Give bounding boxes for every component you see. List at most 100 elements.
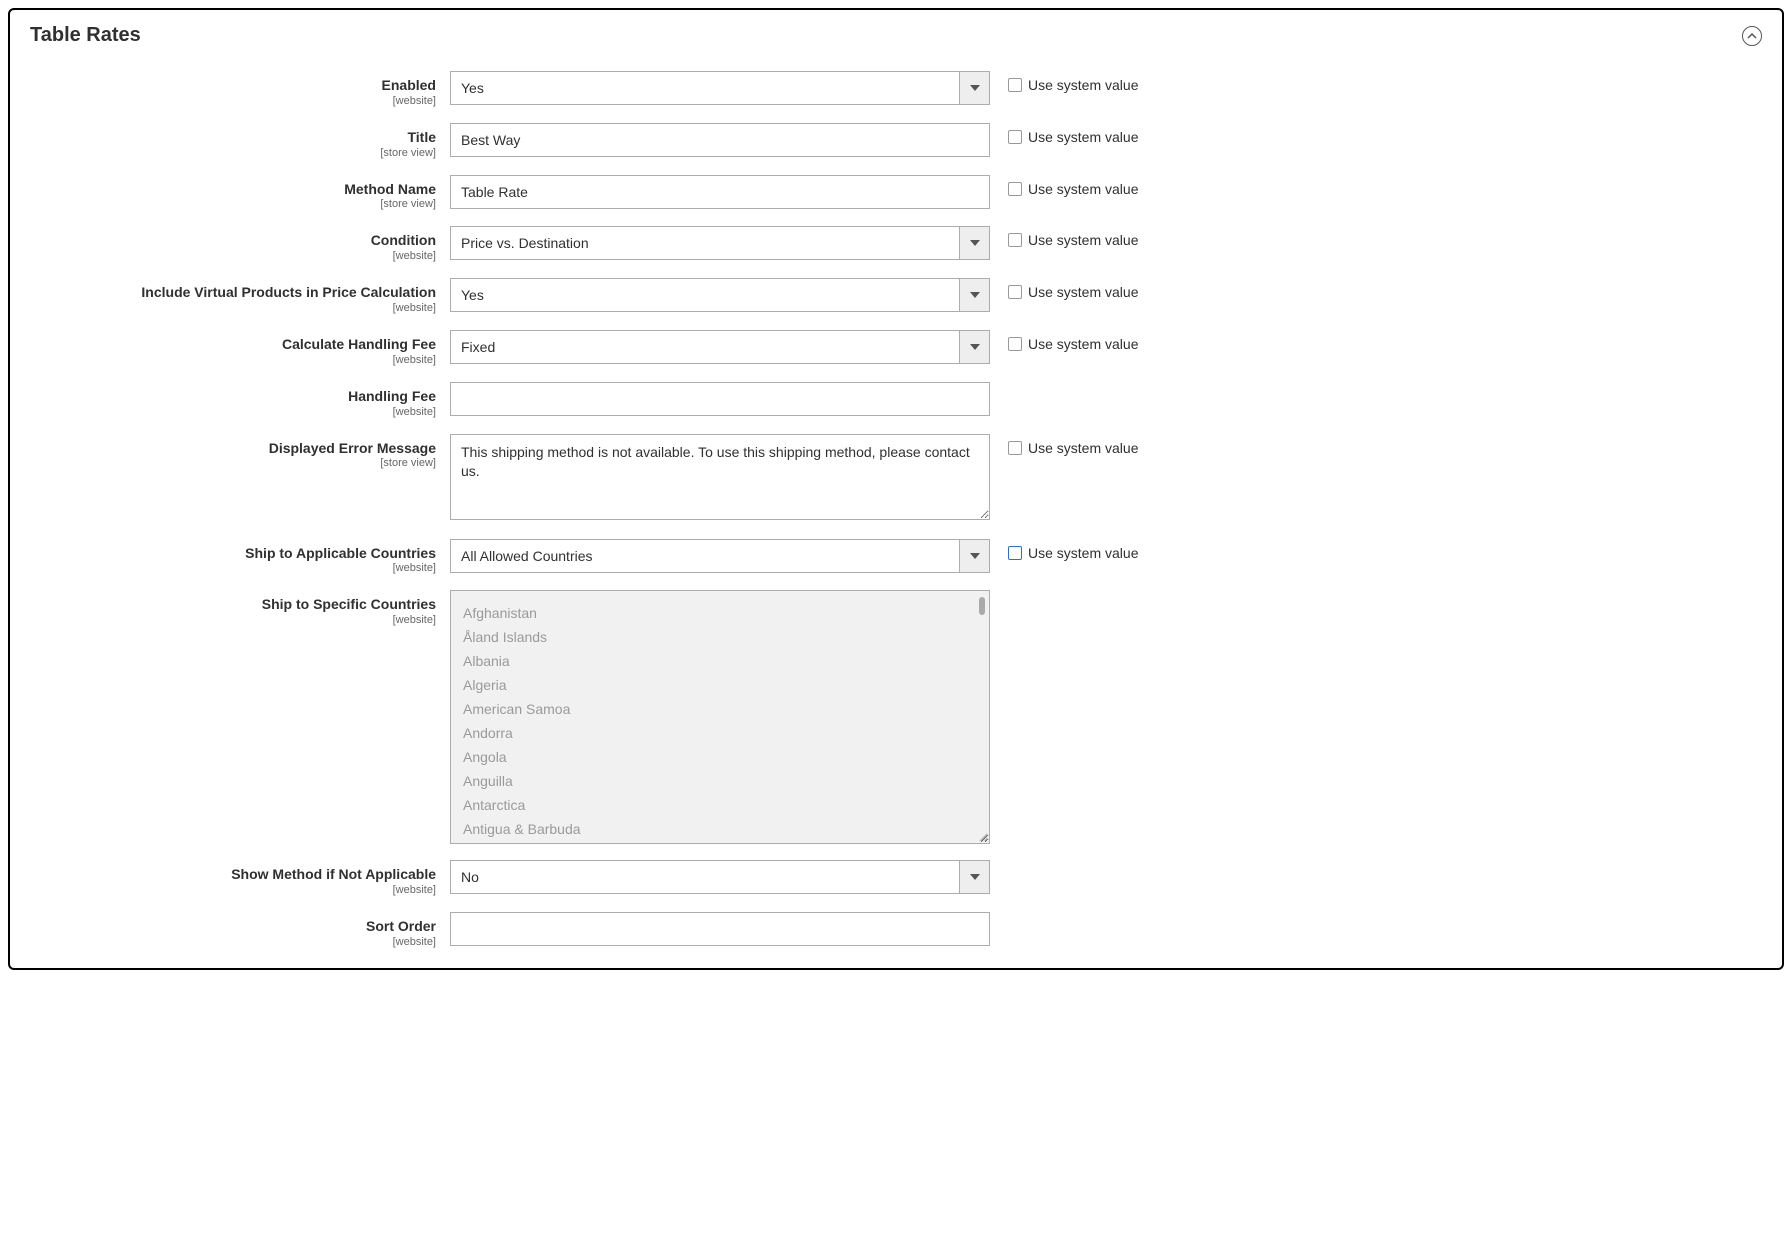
control-col: Afghanistan Åland Islands Albania Algeri…	[450, 590, 990, 844]
form-rows: Enabled [website] Yes Use system value T…	[30, 71, 1762, 948]
error-message-textarea[interactable]	[450, 434, 990, 520]
calc-handling-fee-select[interactable]: Fixed	[450, 330, 990, 364]
control-col: All Allowed Countries	[450, 539, 990, 573]
country-option[interactable]: Åland Islands	[463, 625, 977, 649]
label-col: Calculate Handling Fee [website]	[30, 330, 450, 366]
collapse-toggle[interactable]	[1742, 26, 1762, 46]
field-scope: [website]	[30, 936, 436, 948]
field-scope: [website]	[30, 562, 436, 574]
country-option[interactable]: Albania	[463, 649, 977, 673]
country-option[interactable]: Angola	[463, 745, 977, 769]
field-label: Method Name	[30, 181, 436, 198]
label-col: Ship to Specific Countries [website]	[30, 590, 450, 626]
aux-col: Use system value	[990, 226, 1138, 248]
row-ship-applicable: Ship to Applicable Countries [website] A…	[30, 539, 1762, 575]
country-option[interactable]: Antarctica	[463, 793, 977, 817]
field-scope: [store view]	[30, 147, 436, 159]
field-label: Ship to Specific Countries	[30, 596, 436, 613]
country-option[interactable]: Afghanistan	[463, 601, 977, 625]
panel-title: Table Rates	[30, 24, 141, 47]
use-system-label: Use system value	[1028, 129, 1138, 145]
row-show-method-na: Show Method if Not Applicable [website] …	[30, 860, 1762, 896]
use-system-checkbox[interactable]	[1008, 78, 1022, 92]
aux-col	[990, 590, 1008, 596]
row-title: Title [store view] Use system value	[30, 123, 1762, 159]
title-input[interactable]	[450, 123, 990, 157]
chevron-down-icon	[959, 861, 989, 893]
scrollbar-thumb[interactable]	[979, 597, 985, 615]
field-scope: [website]	[30, 302, 436, 314]
use-system-checkbox[interactable]	[1008, 441, 1022, 455]
row-handling-fee: Handling Fee [website]	[30, 382, 1762, 418]
field-scope: [website]	[30, 406, 436, 418]
control-col	[450, 382, 990, 416]
row-method-name: Method Name [store view] Use system valu…	[30, 175, 1762, 211]
aux-col: Use system value	[990, 175, 1138, 197]
chevron-down-icon	[959, 540, 989, 572]
field-label: Condition	[30, 232, 436, 249]
use-system-checkbox[interactable]	[1008, 130, 1022, 144]
show-method-na-select[interactable]: No	[450, 860, 990, 894]
chevron-down-icon	[959, 227, 989, 259]
use-system-label: Use system value	[1028, 181, 1138, 197]
label-col: Enabled [website]	[30, 71, 450, 107]
control-col: Yes	[450, 278, 990, 312]
handling-fee-input[interactable]	[450, 382, 990, 416]
chevron-up-icon	[1747, 31, 1757, 41]
field-scope: [website]	[30, 614, 436, 626]
country-option[interactable]: American Samoa	[463, 697, 977, 721]
field-label: Sort Order	[30, 918, 436, 935]
resize-handle-icon	[977, 831, 987, 841]
control-col	[450, 912, 990, 946]
use-system-checkbox[interactable]	[1008, 546, 1022, 560]
select-value: Yes	[451, 72, 959, 104]
label-col: Title [store view]	[30, 123, 450, 159]
control-col	[450, 434, 990, 523]
method-name-input[interactable]	[450, 175, 990, 209]
field-label: Title	[30, 129, 436, 146]
use-system-checkbox[interactable]	[1008, 285, 1022, 299]
select-value: No	[451, 861, 959, 893]
control-col: Fixed	[450, 330, 990, 364]
use-system-label: Use system value	[1028, 284, 1138, 300]
label-col: Condition [website]	[30, 226, 450, 262]
control-col	[450, 175, 990, 209]
row-calc-handling-fee: Calculate Handling Fee [website] Fixed U…	[30, 330, 1762, 366]
field-label: Calculate Handling Fee	[30, 336, 436, 353]
aux-col: Use system value	[990, 123, 1138, 145]
use-system-label: Use system value	[1028, 77, 1138, 93]
label-col: Handling Fee [website]	[30, 382, 450, 418]
country-option[interactable]: Antigua & Barbuda	[463, 817, 977, 841]
aux-col: Use system value	[990, 330, 1138, 352]
label-col: Include Virtual Products in Price Calcul…	[30, 278, 450, 314]
select-value: Price vs. Destination	[451, 227, 959, 259]
sort-order-input[interactable]	[450, 912, 990, 946]
ship-specific-multiselect[interactable]: Afghanistan Åland Islands Albania Algeri…	[450, 590, 990, 844]
enabled-select[interactable]: Yes	[450, 71, 990, 105]
select-value: Fixed	[451, 331, 959, 363]
country-option[interactable]: Andorra	[463, 721, 977, 745]
row-condition: Condition [website] Price vs. Destinatio…	[30, 226, 1762, 262]
include-virtual-select[interactable]: Yes	[450, 278, 990, 312]
country-option[interactable]: Algeria	[463, 673, 977, 697]
aux-col	[990, 912, 1008, 918]
country-option[interactable]: Anguilla	[463, 769, 977, 793]
use-system-checkbox[interactable]	[1008, 182, 1022, 196]
field-label: Show Method if Not Applicable	[30, 866, 436, 883]
field-scope: [store view]	[30, 457, 436, 469]
use-system-checkbox[interactable]	[1008, 233, 1022, 247]
use-system-label: Use system value	[1028, 336, 1138, 352]
aux-col	[990, 860, 1008, 866]
use-system-label: Use system value	[1028, 545, 1138, 561]
panel-header: Table Rates	[30, 10, 1762, 71]
ship-applicable-select[interactable]: All Allowed Countries	[450, 539, 990, 573]
field-scope: [website]	[30, 884, 436, 896]
select-value: Yes	[451, 279, 959, 311]
select-value: All Allowed Countries	[451, 540, 959, 572]
aux-col	[990, 382, 1008, 388]
use-system-checkbox[interactable]	[1008, 337, 1022, 351]
aux-col: Use system value	[990, 278, 1138, 300]
control-col: No	[450, 860, 990, 894]
condition-select[interactable]: Price vs. Destination	[450, 226, 990, 260]
control-col: Yes	[450, 71, 990, 105]
